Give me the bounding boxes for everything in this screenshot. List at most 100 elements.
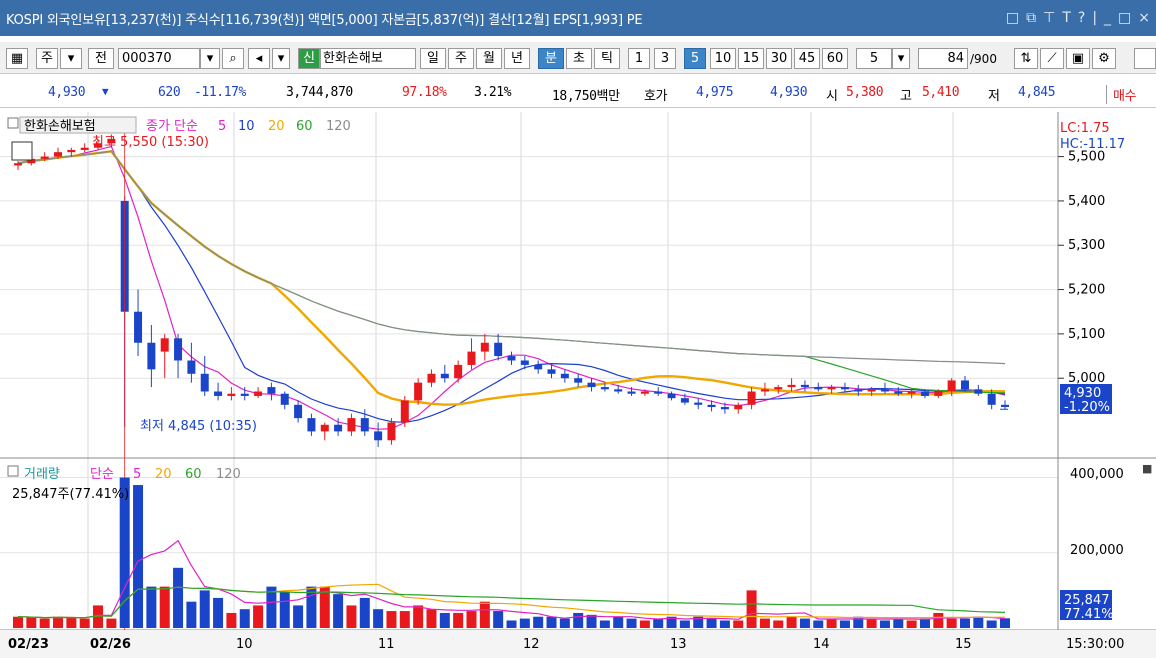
candle (40, 156, 49, 159)
volume-bar (239, 609, 250, 628)
grid-icon[interactable]: ▦ (6, 48, 28, 69)
x-label: 15 (955, 637, 972, 652)
chevron-down-icon[interactable]: ▾ (60, 48, 82, 69)
x-label: 11 (378, 637, 395, 652)
interval-30[interactable]: 30 (766, 48, 792, 69)
volume-bar (506, 620, 517, 628)
interval-select[interactable]: 5 (856, 48, 892, 69)
interval-10[interactable]: 10 (710, 48, 736, 69)
volume-bar (773, 620, 784, 628)
volume-bar (26, 617, 37, 628)
period-tick[interactable]: 틱 (594, 48, 620, 69)
volume-bar (159, 586, 170, 628)
x-label: 02/26 (90, 637, 131, 652)
candle (840, 387, 849, 390)
candle (360, 418, 369, 432)
count-input[interactable]: 84 (918, 48, 968, 69)
volume-bar (893, 618, 904, 628)
calendar-icon[interactable] (11, 141, 33, 161)
chart-type-icon[interactable]: ⟋ (1040, 48, 1064, 69)
interval-60[interactable]: 60 (822, 48, 848, 69)
buy-button[interactable]: 매수 (1106, 85, 1137, 104)
minimize-icon[interactable]: _ (1104, 10, 1111, 26)
new-listing-badge[interactable]: 신 (298, 48, 320, 69)
ma5-label: 5 (218, 119, 226, 134)
quote-label: 호가 (644, 89, 668, 104)
code-dropdown-icon[interactable]: ▾ (200, 48, 220, 69)
interval-3[interactable]: 3 (654, 48, 676, 69)
open-label: 시 (826, 89, 838, 104)
volume-bar (66, 617, 77, 628)
candle (174, 338, 183, 361)
candle (227, 393, 236, 396)
interval-15[interactable]: 15 (738, 48, 764, 69)
period-year[interactable]: 년 (504, 48, 530, 69)
interval-45[interactable]: 45 (794, 48, 820, 69)
search-icon[interactable]: ⌕ (222, 48, 244, 69)
volume-bar (186, 601, 197, 628)
candle (827, 387, 836, 390)
low-label: 저 (988, 89, 1000, 104)
time-label: 15:30:00 (1066, 637, 1124, 652)
candle (560, 373, 569, 379)
candle (960, 380, 969, 390)
period-minute[interactable]: 분 (538, 48, 564, 69)
candle (654, 391, 663, 394)
volume-bar (13, 616, 23, 628)
checkbox[interactable] (1134, 48, 1156, 69)
volume-bar (1000, 618, 1010, 628)
price-tick-label: 5,200 (1068, 283, 1105, 298)
volume-ma20: 20 (155, 467, 172, 482)
volume-bar (653, 618, 664, 628)
restore-icon[interactable]: □ (1006, 10, 1019, 26)
ma120-label: 120 (326, 119, 351, 134)
volume-tick-400k: 400,000 (1070, 467, 1124, 482)
turnover-rate: 3.21% (474, 85, 512, 100)
stock-name-field[interactable]: 한화손해보 (320, 48, 416, 69)
pin-icon[interactable]: ⊤ (1043, 10, 1055, 26)
candle (54, 152, 63, 157)
price-tick-label: 5,000 (1068, 371, 1105, 386)
price-tick-label: 5,100 (1068, 327, 1105, 342)
save-icon[interactable]: ▣ (1066, 48, 1090, 69)
volume-value: 3,744,870 (286, 85, 353, 100)
speaker-dropdown-icon[interactable]: ▾ (272, 48, 290, 69)
stock-code-input[interactable]: 000370 (118, 48, 200, 69)
ma10-label: 10 (238, 119, 255, 134)
volume-bar (759, 618, 770, 628)
volume-bar (973, 616, 984, 628)
volume-bar (453, 612, 464, 628)
speaker-icon[interactable]: ◂ (248, 48, 270, 69)
period-second[interactable]: 초 (566, 48, 592, 69)
interval-dropdown-icon[interactable]: ▾ (892, 48, 910, 69)
stock-chart[interactable]: 한화손해보험 종가 단순 5 10 20 60 120 최고 5,550 (15… (0, 112, 1156, 658)
font-icon[interactable]: T (1062, 10, 1071, 26)
interval-1[interactable]: 1 (628, 48, 650, 69)
period-day[interactable]: 일 (420, 48, 446, 69)
candle (427, 373, 436, 383)
lc-label: LC:1.75 (1060, 121, 1110, 136)
period-type-select[interactable]: 주 (36, 48, 58, 69)
interval-5[interactable]: 5 (684, 48, 706, 69)
prev-button[interactable]: 전 (88, 48, 114, 69)
volume-current-val: 25,847 (1064, 593, 1110, 608)
compare-icon[interactable]: ⇅ (1014, 48, 1038, 69)
volume-bar (706, 618, 717, 628)
candle (294, 404, 303, 419)
volume-bar (333, 594, 344, 628)
maximize-icon[interactable]: □ (1118, 10, 1131, 26)
volume-bar (133, 485, 144, 628)
close-icon[interactable]: × (1138, 10, 1150, 26)
volume-bar (426, 609, 437, 628)
low-price: 4,845 (1018, 85, 1056, 100)
period-week[interactable]: 주 (448, 48, 474, 69)
gear-icon[interactable]: ⚙ (1092, 48, 1116, 69)
help-icon[interactable]: ? (1078, 10, 1085, 26)
current-price: 4,930 (48, 85, 86, 100)
volume-ma120: 120 (216, 467, 241, 482)
volume-bar (293, 605, 304, 628)
volume-settings-icon[interactable]: ■ (1142, 462, 1152, 475)
tile-icon[interactable]: ⧉ (1026, 10, 1036, 26)
volume-bar (626, 618, 637, 628)
period-month[interactable]: 월 (476, 48, 502, 69)
